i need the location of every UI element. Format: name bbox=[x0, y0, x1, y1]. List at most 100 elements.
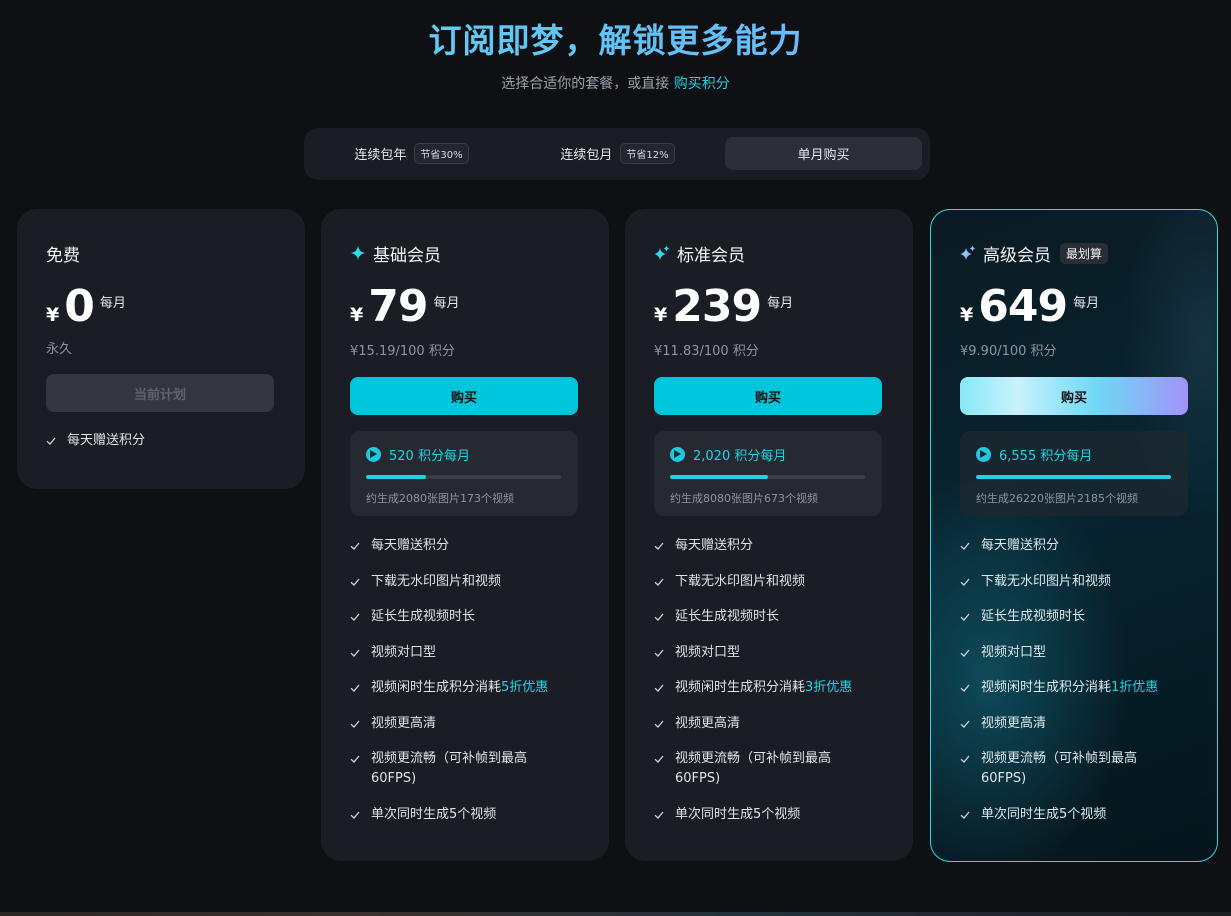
plan-name-text: 基础会员 bbox=[373, 245, 441, 266]
check-icon bbox=[350, 720, 360, 728]
currency-symbol: ¥ bbox=[960, 304, 974, 326]
page-header: 订阅即梦，解锁更多能力 选择合适你的套餐，或直接 购买积分 bbox=[0, 18, 1231, 93]
list-item: 视频更流畅（可补帧到最高60FPS) bbox=[350, 749, 580, 789]
price-period: 每月 bbox=[1073, 296, 1100, 311]
check-icon bbox=[350, 684, 360, 692]
check-icon bbox=[350, 578, 360, 586]
list-item: 视频更流畅（可补帧到最高60FPS) bbox=[960, 749, 1188, 789]
sparkles-icon bbox=[654, 245, 670, 260]
feature-text: 延长生成视频时长 bbox=[371, 609, 476, 624]
credits-bar-fill bbox=[366, 475, 427, 479]
list-item: 每天赠送积分 bbox=[960, 536, 1188, 556]
plan-name: 基础会员 bbox=[350, 241, 580, 266]
feature-idle-text: 视频闲时生成积分消耗 bbox=[675, 680, 806, 695]
feature-text: 单次同时生成5个视频 bbox=[675, 806, 801, 822]
check-icon bbox=[960, 578, 970, 586]
list-item: 视频更高清 bbox=[960, 714, 1188, 734]
unit-price: ¥9.90/100 积分 bbox=[960, 344, 1057, 359]
check-icon bbox=[46, 437, 56, 445]
credits-description: 约生成2080张图片173个视频 bbox=[366, 492, 514, 505]
check-icon bbox=[960, 811, 970, 819]
credits-description: 约生成8080张图片673个视频 bbox=[670, 492, 818, 505]
check-icon bbox=[654, 542, 664, 550]
page-subtitle: 选择合适你的套餐，或直接 购买积分 bbox=[0, 73, 1231, 93]
tab-label: 单月购买 bbox=[797, 148, 850, 163]
plan-card-basic: 基础会员 ¥ 79 每月 ¥15.19/100 积分 购买 520 积分每月 约… bbox=[321, 209, 609, 861]
feature-text: 视频更高清 bbox=[675, 715, 741, 731]
list-item: 视频闲时生成积分消耗1折优惠 bbox=[960, 678, 1188, 698]
feature-text: 延长生成视频时长 bbox=[675, 609, 780, 624]
credits-bar bbox=[976, 475, 1171, 479]
list-item: 下载无水印图片和视频 bbox=[960, 572, 1188, 592]
check-icon bbox=[960, 542, 970, 550]
price-amount: 79 bbox=[368, 281, 428, 332]
plan-card-premium: 高级会员 最划算 ¥ 649 每月 ¥9.90/100 积分 购买 6,555 … bbox=[930, 209, 1218, 862]
price-period: 每月 bbox=[433, 296, 460, 311]
list-item: 单次同时生成5个视频 bbox=[350, 805, 580, 825]
feature-text: 视频更高清 bbox=[981, 715, 1047, 731]
feature-idle-text: 视频闲时生成积分消耗 bbox=[981, 680, 1112, 695]
tab-yearly[interactable]: 连续包年 节省30% bbox=[313, 137, 510, 170]
list-item: 视频闲时生成积分消耗3折优惠 bbox=[654, 678, 884, 698]
check-icon bbox=[350, 649, 360, 657]
page-title: 订阅即梦，解锁更多能力 bbox=[0, 18, 1231, 64]
list-item: 每天赠送积分 bbox=[350, 536, 580, 556]
credit-coin-icon bbox=[670, 447, 685, 462]
plan-name-text: 标准会员 bbox=[677, 245, 745, 266]
list-item: 下载无水印图片和视频 bbox=[654, 572, 884, 592]
currency-symbol: ¥ bbox=[654, 304, 668, 326]
credits-amount: 6,555 积分每月 bbox=[999, 449, 1093, 464]
list-item: 延长生成视频时长 bbox=[960, 607, 1188, 627]
plan-name: 免费 bbox=[46, 241, 276, 266]
list-item: 延长生成视频时长 bbox=[350, 607, 580, 627]
feature-text: 单次同时生成5个视频 bbox=[371, 806, 497, 822]
credits-box: 2,020 积分每月 约生成8080张图片673个视频 bbox=[654, 431, 882, 516]
buy-button[interactable]: 购买 bbox=[654, 377, 882, 415]
check-icon bbox=[350, 811, 360, 819]
feature-text: 下载无水印图片和视频 bbox=[675, 573, 806, 589]
check-icon bbox=[654, 720, 664, 728]
list-item: 单次同时生成5个视频 bbox=[654, 805, 884, 825]
feature-idle-text: 视频闲时生成积分消耗 bbox=[371, 680, 502, 695]
list-item: 视频闲时生成积分消耗5折优惠 bbox=[350, 678, 580, 698]
plan-name-text: 高级会员 bbox=[983, 245, 1051, 266]
list-item: 视频对口型 bbox=[654, 643, 884, 663]
check-icon bbox=[654, 755, 664, 763]
plan-card-standard: 标准会员 ¥ 239 每月 ¥11.83/100 积分 购买 2,020 积分每… bbox=[625, 209, 913, 861]
feature-text: 视频更高清 bbox=[371, 715, 437, 731]
bottom-edge bbox=[0, 912, 1231, 916]
credits-bar bbox=[670, 475, 865, 479]
feature-text: 视频更流畅（可补帧到最高60FPS) bbox=[981, 751, 1138, 786]
feature-text: 视频对口型 bbox=[675, 644, 741, 660]
list-item: 视频更流畅（可补帧到最高60FPS) bbox=[654, 749, 884, 789]
feature-list: 每天赠送积分 下载无水印图片和视频 延长生成视频时长 视频对口型 视频闲时生成积分消耗1… bbox=[960, 536, 1188, 825]
tab-single-month[interactable]: 单月购买 bbox=[725, 137, 922, 170]
feature-text: 下载无水印图片和视频 bbox=[981, 573, 1112, 589]
feature-text: 视频对口型 bbox=[371, 644, 437, 660]
list-item: 视频更高清 bbox=[350, 714, 580, 734]
buy-credits-link[interactable]: 购买积分 bbox=[674, 76, 730, 92]
plan-name: 标准会员 bbox=[654, 241, 884, 266]
buy-button[interactable]: 购买 bbox=[960, 377, 1188, 415]
price-amount: 649 bbox=[978, 281, 1068, 332]
list-item: 单次同时生成5个视频 bbox=[960, 805, 1188, 825]
price-period: 每月 bbox=[99, 296, 126, 311]
tab-monthly[interactable]: 连续包月 节省12% bbox=[519, 137, 716, 170]
buy-button[interactable]: 购买 bbox=[350, 377, 578, 415]
price-row: ¥ 0 每月 bbox=[46, 283, 276, 333]
discount-highlight: 5折优惠 bbox=[501, 680, 549, 695]
credit-coin-icon bbox=[366, 447, 381, 462]
credits-header: 6,555 积分每月 bbox=[976, 445, 1172, 464]
currency-symbol: ¥ bbox=[46, 304, 60, 326]
price-row: ¥ 239 每月 bbox=[654, 283, 884, 333]
check-icon bbox=[654, 684, 664, 692]
plan-card-free: 免费 ¥ 0 每月 永久 当前计划 每天赠送积分 bbox=[17, 209, 305, 489]
price-row: ¥ 79 每月 bbox=[350, 283, 580, 333]
list-item: 视频更高清 bbox=[654, 714, 884, 734]
feature-text: 视频闲时生成积分消耗1折优惠 bbox=[981, 678, 1158, 698]
credits-header: 2,020 积分每月 bbox=[670, 445, 866, 464]
plan-name: 高级会员 最划算 bbox=[960, 241, 1188, 266]
tab-label: 连续包月 bbox=[560, 148, 613, 163]
feature-text: 每天赠送积分 bbox=[67, 433, 146, 448]
feature-text: 下载无水印图片和视频 bbox=[371, 573, 502, 589]
